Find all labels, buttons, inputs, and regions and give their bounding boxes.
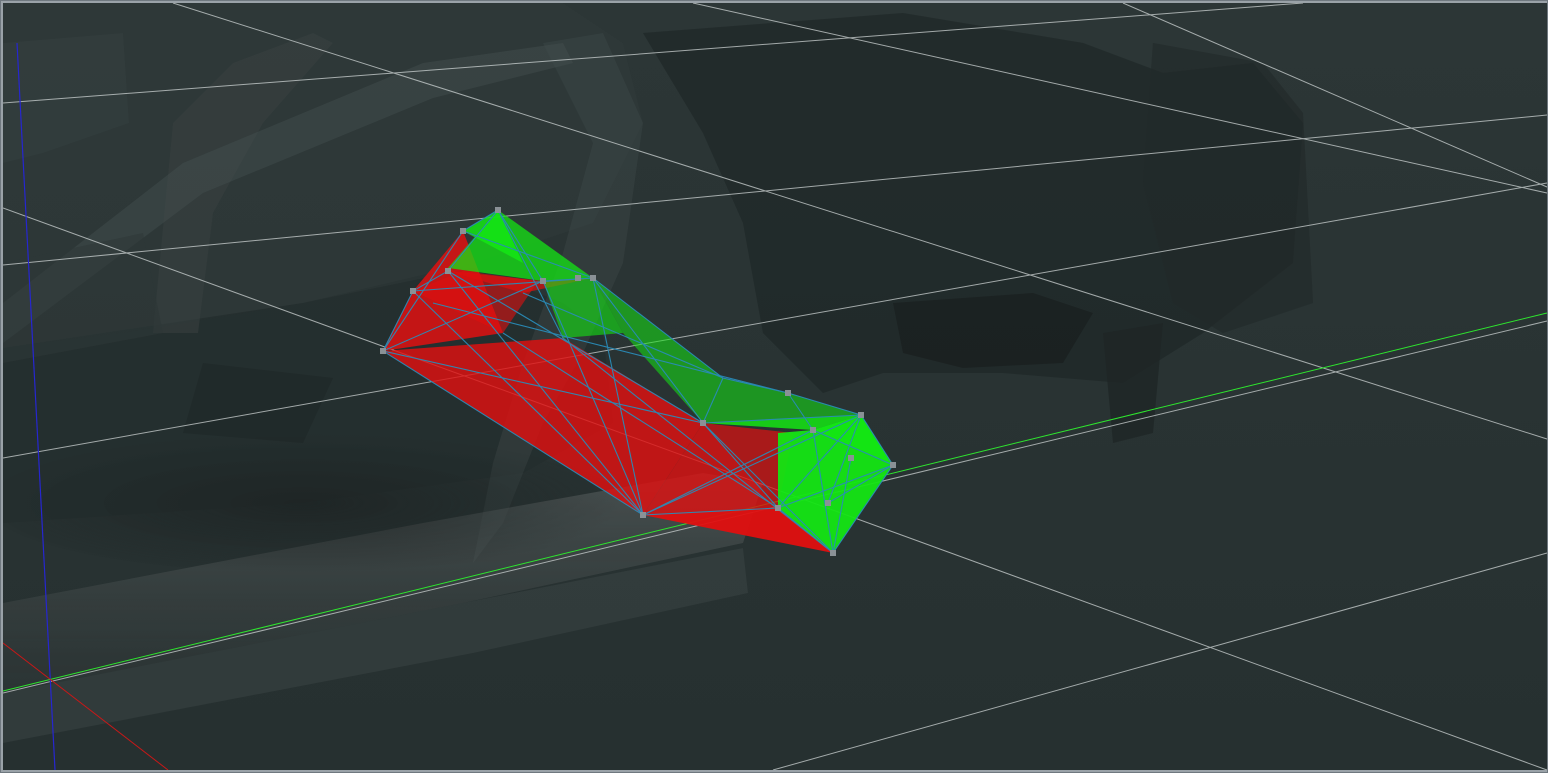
vertex-handle[interactable] <box>810 427 816 433</box>
vertex-handle[interactable] <box>575 275 581 281</box>
vertex-handle[interactable] <box>495 207 501 213</box>
vertex-handle[interactable] <box>775 505 781 511</box>
vertex-handle[interactable] <box>830 550 836 556</box>
vertex-handle[interactable] <box>858 412 864 418</box>
3d-viewport[interactable] <box>3 3 1547 770</box>
vertex-handle[interactable] <box>890 462 896 468</box>
vertex-handle[interactable] <box>700 420 706 426</box>
vertex-handle[interactable] <box>825 500 831 506</box>
vertex-handle[interactable] <box>785 390 791 396</box>
vertex-handle[interactable] <box>445 268 451 274</box>
vertex-handle[interactable] <box>380 348 386 354</box>
vertex-handle[interactable] <box>540 278 546 284</box>
viewport-canvas[interactable] <box>3 3 1547 770</box>
vertex-handle[interactable] <box>640 512 646 518</box>
vertex-handle[interactable] <box>590 275 596 281</box>
vertex-handle[interactable] <box>410 288 416 294</box>
vertex-handle[interactable] <box>460 228 466 234</box>
vertex-handle[interactable] <box>848 455 854 461</box>
viewport-frame <box>0 0 1548 773</box>
